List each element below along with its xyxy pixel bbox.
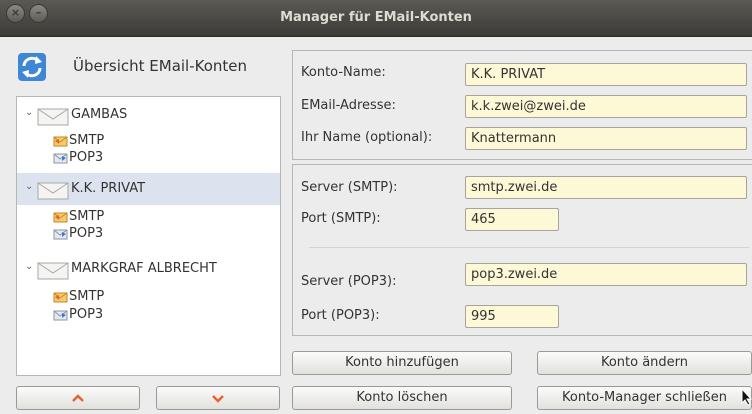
mail-send-icon — [53, 136, 68, 147]
envelope-icon — [37, 108, 69, 126]
konto-name-label: Konto-Name: — [301, 65, 386, 80]
protocol-label: POP3 — [69, 226, 104, 241]
window-title: Manager für EMail-Konten — [280, 10, 472, 25]
protocol-label: SMTP — [69, 209, 105, 224]
pop3-port-label: Port (POP3): — [301, 308, 380, 323]
smtp-port-label: Port (SMTP): — [301, 211, 381, 226]
pop3-server-field[interactable] — [465, 263, 747, 286]
email-address-label: EMail-Adresse: — [301, 98, 396, 113]
chevron-down-icon[interactable]: ⌄ — [25, 107, 33, 118]
account-name: MARKGRAF ALBRECHT — [71, 261, 217, 276]
envelope-icon — [37, 182, 69, 200]
change-account-button[interactable]: Konto ändern — [537, 351, 752, 375]
pop3-port-field[interactable] — [465, 305, 559, 328]
move-up-button[interactable] — [16, 386, 140, 410]
protocol-label: SMTP — [69, 289, 105, 304]
account-name: K.K. PRIVAT — [71, 181, 146, 196]
mouse-pointer-icon — [741, 388, 752, 406]
protocol-label: SMTP — [69, 133, 105, 148]
smtp-server-field[interactable] — [465, 176, 747, 199]
chevron-down-icon — [212, 395, 224, 403]
divider — [309, 247, 749, 248]
email-address-field[interactable] — [465, 95, 747, 118]
overview-header: Übersicht EMail-Konten — [15, 50, 280, 90]
tree-account-kk-privat[interactable]: ⌄ K.K. PRIVAT — [17, 173, 280, 205]
mail-send-icon — [53, 292, 68, 303]
close-manager-button[interactable]: Konto-Manager schließen — [537, 386, 752, 410]
tree-account-markgraf-albrecht[interactable]: ⌄ MARKGRAF ALBRECHT — [17, 253, 280, 285]
smtp-port-field[interactable] — [465, 208, 559, 231]
pop3-server-label: Server (POP3): — [301, 274, 397, 289]
account-details-panel: Konto-Name: EMail-Adresse: Ihr Name (opt… — [292, 50, 752, 160]
your-name-label: Ihr Name (optional): — [301, 130, 433, 145]
protocol-label: POP3 — [69, 307, 104, 322]
server-settings-panel: Server (SMTP): Port (SMTP): Server (POP3… — [292, 164, 752, 336]
mail-receive-icon — [53, 153, 68, 164]
protocol-label: POP3 — [69, 150, 104, 165]
tree-account-gambas[interactable]: ⌄ GAMBAS — [17, 99, 280, 131]
account-name: GAMBAS — [71, 107, 128, 122]
mail-receive-icon — [53, 310, 68, 321]
chevron-up-icon — [72, 394, 84, 402]
title-bar: × – Manager für EMail-Konten — [0, 0, 752, 37]
sync-icon — [18, 53, 46, 81]
your-name-field[interactable] — [465, 127, 747, 150]
chevron-down-icon[interactable]: ⌄ — [25, 181, 33, 192]
overview-title: Übersicht EMail-Konten — [73, 57, 248, 75]
mail-send-icon — [53, 212, 68, 223]
account-tree[interactable]: ⌄ GAMBAS SMTP POP3 ⌄ K.K. PRIVAT SMTP PO… — [16, 96, 281, 376]
add-account-button[interactable]: Konto hinzufügen — [292, 351, 512, 375]
move-down-button[interactable] — [156, 386, 280, 410]
konto-name-field[interactable] — [465, 63, 747, 86]
delete-account-button[interactable]: Konto löschen — [292, 386, 512, 410]
chevron-down-icon[interactable]: ⌄ — [25, 261, 33, 272]
envelope-icon — [37, 262, 69, 280]
smtp-server-label: Server (SMTP): — [301, 180, 398, 195]
mail-receive-icon — [53, 229, 68, 240]
